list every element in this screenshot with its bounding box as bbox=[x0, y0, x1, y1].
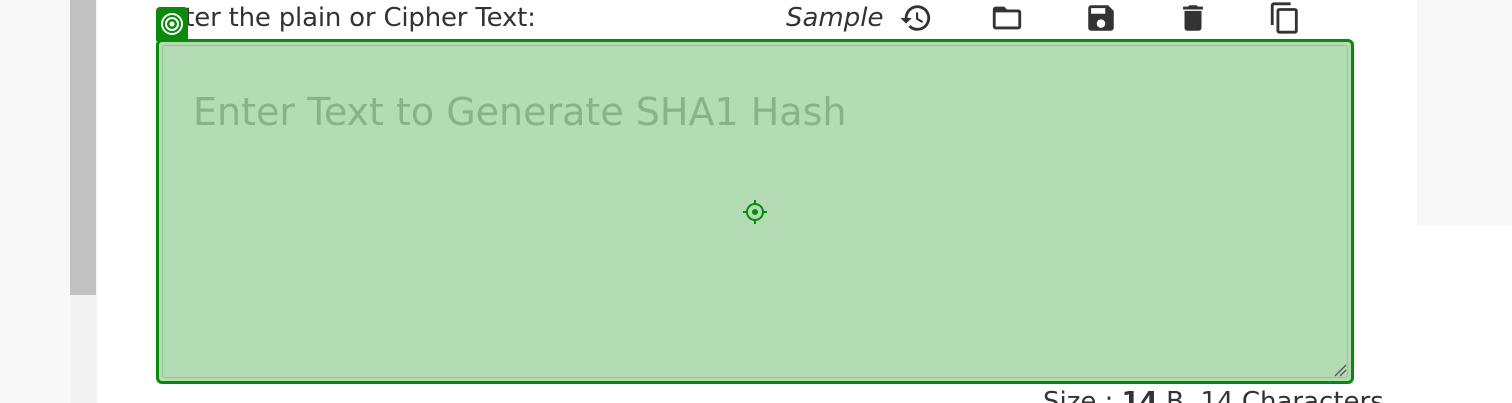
size-prefix: Size : bbox=[1043, 387, 1122, 403]
left-gutter bbox=[0, 0, 70, 403]
text-input-placeholder: Enter Text to Generate SHA1 Hash bbox=[193, 90, 847, 134]
size-bytes-unit: B, bbox=[1157, 387, 1201, 403]
history-icon[interactable] bbox=[898, 0, 934, 36]
scrollbar-thumb[interactable] bbox=[70, 0, 96, 295]
delete-icon[interactable] bbox=[1175, 0, 1211, 36]
resize-grip-icon[interactable] bbox=[1333, 363, 1347, 377]
target-badge-icon bbox=[156, 7, 188, 41]
page: nter the plain or Cipher Text: Sample En… bbox=[0, 0, 1512, 403]
sample-link[interactable]: Sample bbox=[786, 2, 884, 34]
size-characters: 14 Characters bbox=[1200, 387, 1384, 403]
right-panel bbox=[1417, 0, 1512, 225]
size-bytes: 14 bbox=[1121, 387, 1158, 403]
size-info: Size : 14 B, 14 Characters bbox=[1043, 386, 1384, 403]
copy-icon[interactable] bbox=[1267, 0, 1303, 36]
input-label: nter the plain or Cipher Text: bbox=[168, 3, 536, 33]
save-icon[interactable] bbox=[1083, 0, 1119, 36]
open-folder-icon[interactable] bbox=[989, 0, 1025, 36]
crosshair-icon bbox=[743, 200, 767, 224]
